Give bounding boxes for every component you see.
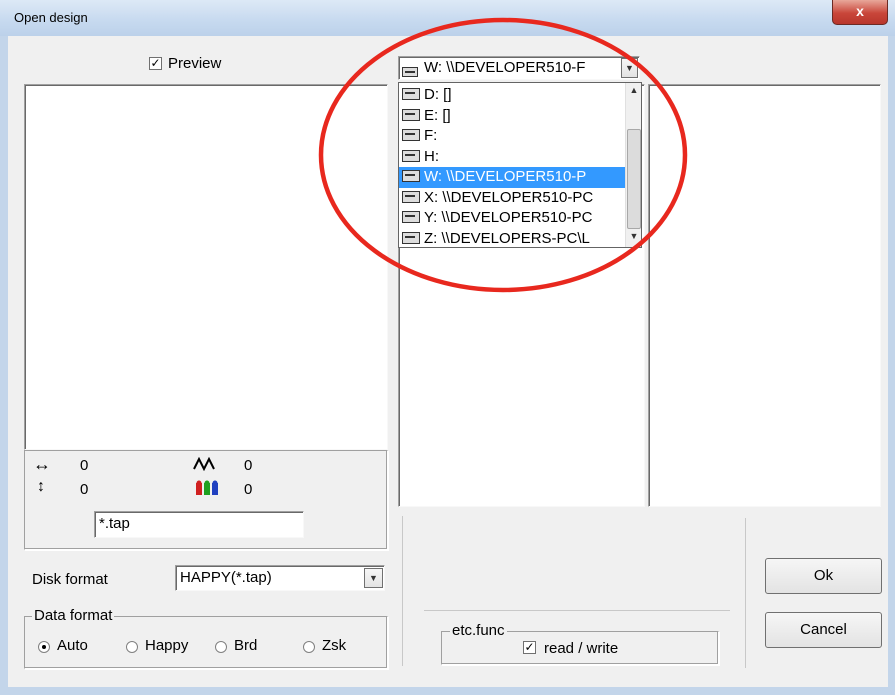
scroll-thumb[interactable] (627, 129, 641, 229)
ok-button[interactable]: Ok (765, 558, 882, 594)
preview-checkbox[interactable]: ✓ (149, 57, 162, 70)
network-drive-icon (402, 170, 420, 182)
drive-list-scrollbar[interactable]: ▲ ▼ (625, 83, 641, 247)
drive-option-e[interactable]: E: [] (399, 106, 625, 127)
drive-icon (402, 88, 420, 100)
radio-brd-label: Brd (234, 637, 258, 654)
drive-dropdown-list[interactable]: D: [] E: [] F: H: W: \\DEVELOPER510-P X:… (398, 82, 642, 248)
close-button[interactable]: x (832, 0, 888, 25)
radio-zsk-label: Zsk (322, 637, 347, 654)
network-drive-icon (402, 67, 418, 77)
read-write-checkbox[interactable]: ✓ (523, 641, 536, 654)
thread-colors-icon (196, 480, 218, 495)
drive-select[interactable]: W: \\DEVELOPER510-F ▼ (398, 56, 640, 80)
radio-happy[interactable] (126, 641, 138, 653)
drive-option-d[interactable]: D: [] (399, 85, 625, 106)
drive-option-x[interactable]: X: \\DEVELOPER510-PC (399, 188, 625, 209)
scroll-down-arrow-icon[interactable]: ▼ (626, 231, 642, 245)
file-filter-input[interactable]: *.tap (94, 511, 304, 538)
disk-format-value: HAPPY(*.tap) (180, 569, 272, 586)
drive-option-f[interactable]: F: (399, 126, 625, 147)
width-arrow-icon: ↔ (33, 454, 51, 474)
drive-option-y[interactable]: Y: \\DEVELOPER510-PC (399, 208, 625, 229)
radio-auto-label: Auto (57, 637, 88, 654)
drive-option-w[interactable]: W: \\DEVELOPER510-P (399, 167, 625, 188)
separator (424, 610, 730, 611)
network-drive-icon (402, 211, 420, 223)
preview-pane (24, 84, 388, 450)
window-frame-bottom (0, 687, 895, 695)
drive-icon (402, 129, 420, 141)
window-frame-left (0, 36, 8, 695)
separator (745, 518, 746, 668)
color-count-value: 0 (244, 481, 253, 498)
disk-format-label: Disk format (32, 571, 108, 588)
drive-option-z[interactable]: Z: \\DEVELOPERS-PC\L (399, 229, 625, 250)
drive-icon (402, 149, 420, 162)
read-write-label: read / write (544, 640, 619, 657)
radio-zsk[interactable] (303, 641, 315, 653)
etc-func-legend: etc.func (450, 622, 507, 639)
radio-brd[interactable] (215, 641, 227, 653)
drive-option-h[interactable]: H: (399, 147, 625, 168)
data-format-legend: Data format (32, 607, 115, 624)
radio-auto[interactable] (38, 641, 50, 653)
window-frame-right (888, 36, 895, 695)
stitch-zigzag-icon (193, 457, 215, 471)
file-list[interactable] (648, 84, 881, 507)
chevron-down-icon[interactable]: ▼ (621, 58, 638, 78)
width-value: 0 (80, 457, 89, 474)
chevron-down-icon[interactable]: ▼ (364, 568, 383, 588)
stitch-count-value: 0 (244, 457, 253, 474)
title-bar[interactable] (0, 0, 895, 36)
network-drive-icon (402, 190, 420, 203)
cancel-button[interactable]: Cancel (765, 612, 882, 648)
drive-icon (402, 108, 420, 121)
height-arrow-icon: ↕ (37, 478, 45, 495)
network-drive-icon (402, 231, 420, 244)
drive-select-value: W: \\DEVELOPER510-F (424, 59, 586, 76)
window-title: Open design (14, 10, 88, 25)
separator (402, 516, 403, 666)
disk-format-select[interactable]: HAPPY(*.tap) ▼ (175, 565, 385, 591)
preview-label: Preview (168, 55, 222, 72)
scroll-up-arrow-icon[interactable]: ▲ (626, 85, 642, 99)
height-value: 0 (80, 481, 89, 498)
radio-happy-label: Happy (145, 637, 189, 654)
